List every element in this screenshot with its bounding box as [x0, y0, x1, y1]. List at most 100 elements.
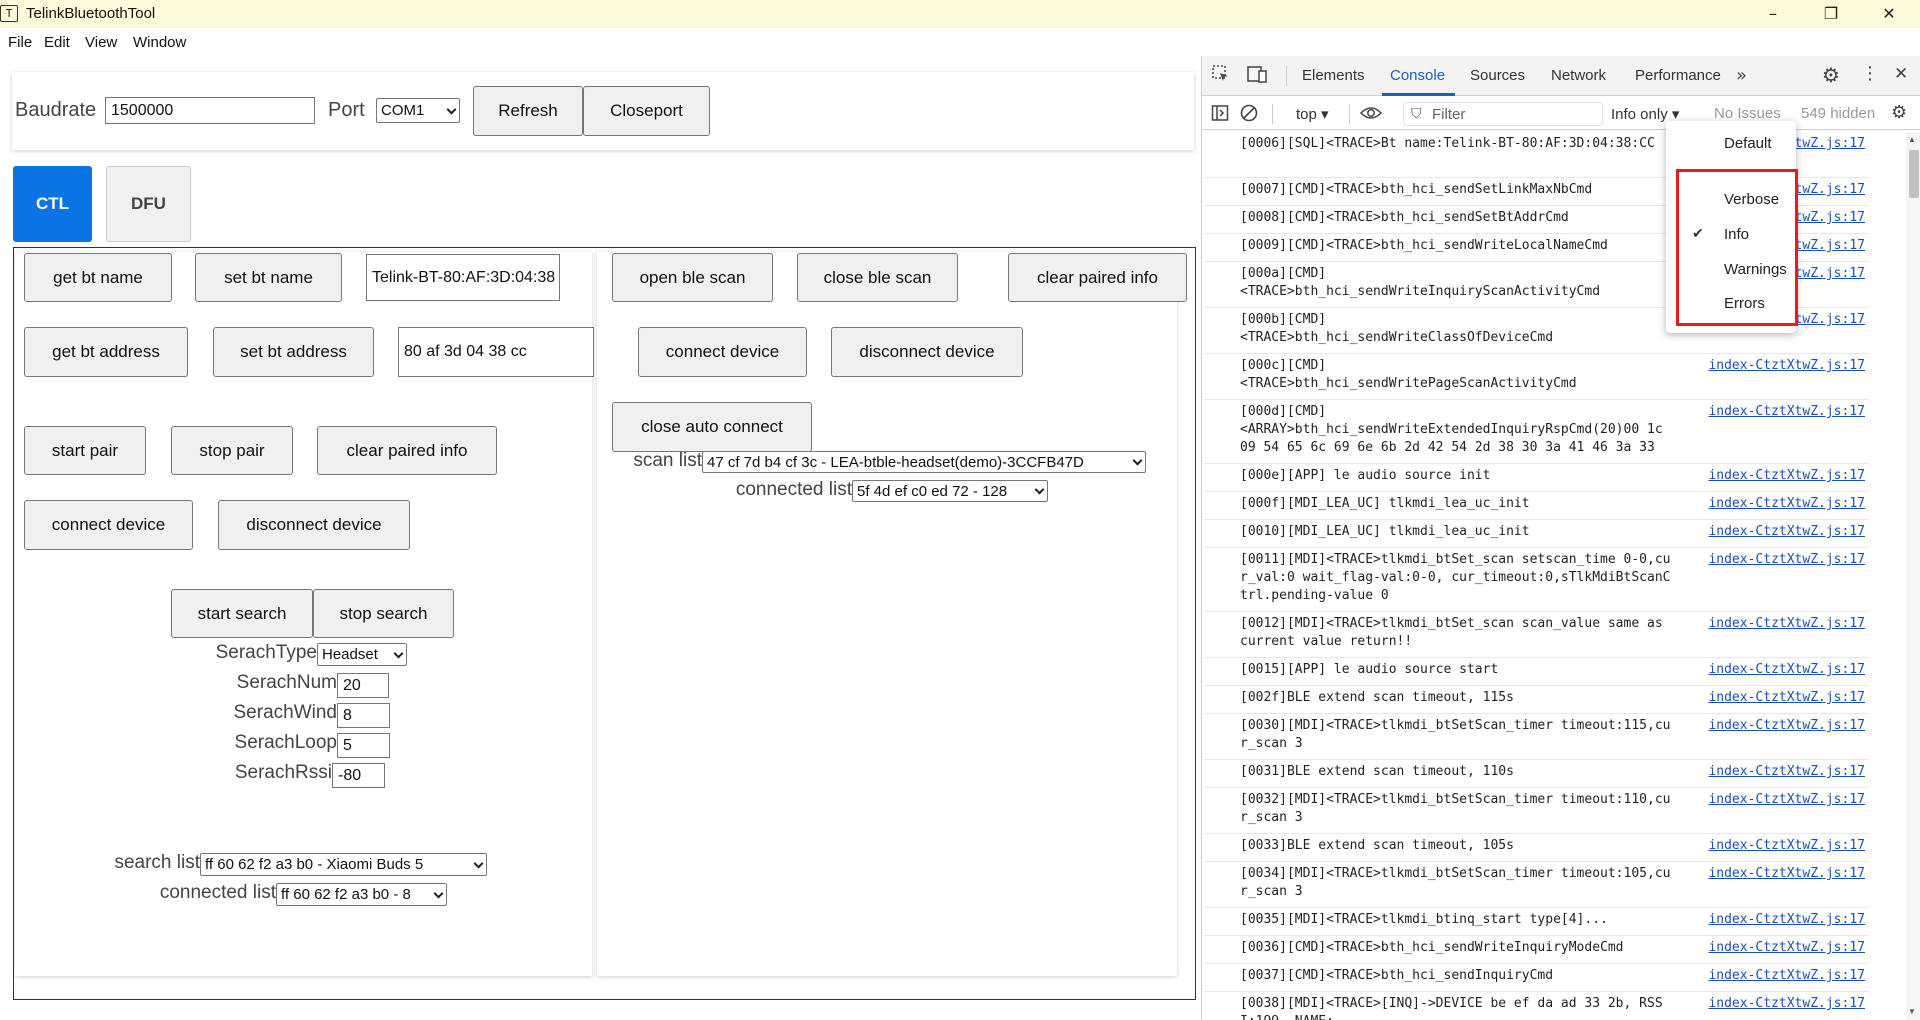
scrollbar-thumb[interactable]: [1909, 150, 1919, 198]
chevron-down-icon: [473, 858, 484, 869]
console-log-row: [0031]BLE extend scan timeout, 110s index…: [1204, 760, 1869, 788]
clear-console-icon[interactable]: [1239, 103, 1259, 128]
search-loop-input[interactable]: 5: [337, 733, 390, 758]
log-source-link[interactable]: index-CtztXtwZ.js:17: [1708, 837, 1865, 855]
search-list-select[interactable]: ff 60 62 f2 a3 b0 - Xiaomi Buds 5: [200, 853, 487, 876]
ble-connect-device-button[interactable]: connect device: [638, 327, 807, 377]
level-option-verbose[interactable]: Verbose: [1724, 191, 1779, 208]
connect-device-button[interactable]: connect device: [24, 500, 193, 550]
stop-pair-button[interactable]: stop pair: [171, 426, 293, 475]
menu-file[interactable]: File: [8, 34, 32, 51]
maximize-button[interactable]: ❐: [1808, 0, 1854, 28]
eye-icon[interactable]: [1359, 103, 1383, 128]
level-option-default[interactable]: Default: [1724, 135, 1772, 152]
log-source-link[interactable]: index-CtztXtwZ.js:17: [1708, 661, 1865, 679]
scroll-down-icon[interactable]: ▼: [1908, 1007, 1916, 1016]
log-message: [0006][SQL]<TRACE>Bt name:Telink-BT-80:A…: [1240, 136, 1655, 151]
search-wind-input[interactable]: 8: [337, 703, 390, 728]
issues-count[interactable]: No Issues: [1714, 105, 1781, 122]
tab-performance[interactable]: Performance: [1635, 67, 1721, 84]
log-source-link[interactable]: index-CtztXtwZ.js:17: [1708, 403, 1865, 421]
log-source-link[interactable]: index-CtztXtwZ.js:17: [1708, 523, 1865, 541]
search-type-select[interactable]: Headset: [317, 643, 407, 666]
tab-elements[interactable]: Elements: [1302, 67, 1365, 84]
menu-view[interactable]: View: [85, 34, 117, 51]
minimize-button[interactable]: –: [1750, 0, 1796, 28]
port-select[interactable]: COM1: [376, 98, 460, 123]
stop-search-button[interactable]: stop search: [313, 589, 454, 638]
clear-paired-info-button[interactable]: clear paired info: [317, 426, 497, 475]
log-source-link[interactable]: index-CtztXtwZ.js:17: [1708, 911, 1865, 929]
ble-connected-list-value: 5f 4d ef c0 ed 72 - 128: [857, 482, 1008, 500]
connected-list-select[interactable]: ff 60 62 f2 a3 b0 - 8: [276, 883, 447, 906]
tab-dfu[interactable]: DFU: [106, 166, 191, 242]
log-source-link[interactable]: index-CtztXtwZ.js:17: [1708, 763, 1865, 781]
close-devtools-icon[interactable]: ✕: [1894, 64, 1908, 84]
log-source-link[interactable]: index-CtztXtwZ.js:17: [1708, 717, 1865, 735]
gear-icon[interactable]: ⚙: [1822, 63, 1840, 87]
set-bt-address-button[interactable]: set bt address: [213, 327, 374, 377]
check-icon: ✔: [1692, 225, 1704, 241]
log-source-link[interactable]: index-CtztXtwZ.js:17: [1708, 615, 1865, 633]
log-source-link[interactable]: index-CtztXtwZ.js:17: [1708, 967, 1865, 985]
start-pair-button[interactable]: start pair: [24, 426, 146, 475]
connected-list-value: ff 60 62 f2 a3 b0 - 8: [281, 886, 411, 903]
console-log-row: [0012][MDI]<TRACE>tlkmdi_btSet_scan scan…: [1204, 612, 1869, 658]
refresh-button[interactable]: Refresh: [473, 86, 583, 136]
menu-window[interactable]: Window: [133, 34, 186, 51]
log-source-link[interactable]: index-CtztXtwZ.js:17: [1708, 467, 1865, 485]
toolbar-divider: [1349, 104, 1350, 124]
ble-disconnect-device-button[interactable]: disconnect device: [831, 327, 1023, 377]
open-ble-scan-button[interactable]: open ble scan: [612, 253, 773, 302]
closeport-button[interactable]: Closeport: [583, 86, 710, 136]
bt-name-input[interactable]: Telink-BT-80:AF:3D:04:38: [366, 254, 560, 301]
tab-sources[interactable]: Sources: [1470, 67, 1525, 84]
bt-address-input[interactable]: 80 af 3d 04 38 cc: [398, 327, 594, 377]
scroll-up-icon[interactable]: ▲: [1908, 135, 1916, 144]
title-bar: T TelinkBluetoothTool – ❐ ✕: [0, 0, 1920, 28]
log-source-link[interactable]: index-CtztXtwZ.js:17: [1708, 495, 1865, 513]
level-option-warnings[interactable]: Warnings: [1724, 261, 1787, 278]
log-source-link[interactable]: index-CtztXtwZ.js:17: [1708, 865, 1865, 883]
inspect-element-icon[interactable]: [1211, 64, 1231, 89]
scan-list-select[interactable]: 47 cf 7d b4 cf 3c - LEA-btble-headset(de…: [702, 451, 1146, 473]
ble-connected-list-label: connected list: [735, 479, 852, 500]
more-tabs-icon[interactable]: »: [1736, 65, 1747, 86]
console-settings-icon[interactable]: ⚙: [1891, 102, 1907, 123]
log-source-link[interactable]: index-CtztXtwZ.js:17: [1708, 995, 1865, 1013]
search-num-input[interactable]: 20: [337, 673, 389, 698]
baudrate-input[interactable]: 1500000: [105, 97, 315, 124]
close-auto-connect-button[interactable]: close auto connect: [612, 402, 812, 452]
get-bt-name-button[interactable]: get bt name: [24, 253, 172, 302]
log-source-link[interactable]: index-CtztXtwZ.js:17: [1708, 551, 1865, 569]
level-option-info[interactable]: Info: [1724, 226, 1749, 243]
tab-network[interactable]: Network: [1551, 67, 1606, 84]
ble-clear-paired-info-button[interactable]: clear paired info: [1008, 253, 1187, 302]
search-rssi-input[interactable]: -80: [332, 763, 385, 788]
log-source-link[interactable]: index-CtztXtwZ.js:17: [1708, 939, 1865, 957]
log-source-link[interactable]: index-CtztXtwZ.js:17: [1708, 791, 1865, 809]
close-ble-scan-button[interactable]: close ble scan: [797, 253, 958, 302]
sidebar-toggle-icon[interactable]: [1211, 104, 1229, 127]
log-source-link[interactable]: index-CtztXtwZ.js:17: [1708, 689, 1865, 707]
tab-console[interactable]: Console: [1390, 67, 1445, 84]
device-toolbar-icon[interactable]: [1246, 64, 1268, 89]
more-options-icon[interactable]: ⋮: [1861, 63, 1879, 84]
filter-input[interactable]: ⛉ Filter: [1403, 102, 1603, 126]
disconnect-device-button[interactable]: disconnect device: [218, 500, 410, 550]
menu-edit[interactable]: Edit: [44, 34, 70, 51]
tab-ctl[interactable]: CTL: [13, 166, 92, 242]
start-search-button[interactable]: start search: [171, 589, 313, 638]
level-option-errors[interactable]: Errors: [1724, 295, 1765, 312]
close-button[interactable]: ✕: [1866, 0, 1912, 28]
ble-connected-list-select[interactable]: 5f 4d ef c0 ed 72 - 128: [852, 480, 1048, 502]
console-scrollbar[interactable]: ▲ ▼: [1906, 132, 1920, 1020]
search-wind-label: SerachWind: [233, 702, 338, 723]
console-log-row: [0033]BLE extend scan timeout, 105s index…: [1204, 834, 1869, 862]
search-type-value: Headset: [322, 646, 378, 663]
set-bt-name-button[interactable]: set bt name: [195, 253, 342, 302]
context-select[interactable]: top ▾: [1296, 105, 1329, 123]
get-bt-address-button[interactable]: get bt address: [24, 327, 188, 377]
log-message: [0038][MDI]<TRACE>[INQ]->DEVICE be ef da…: [1240, 996, 1663, 1020]
log-source-link[interactable]: index-CtztXtwZ.js:17: [1708, 357, 1865, 375]
